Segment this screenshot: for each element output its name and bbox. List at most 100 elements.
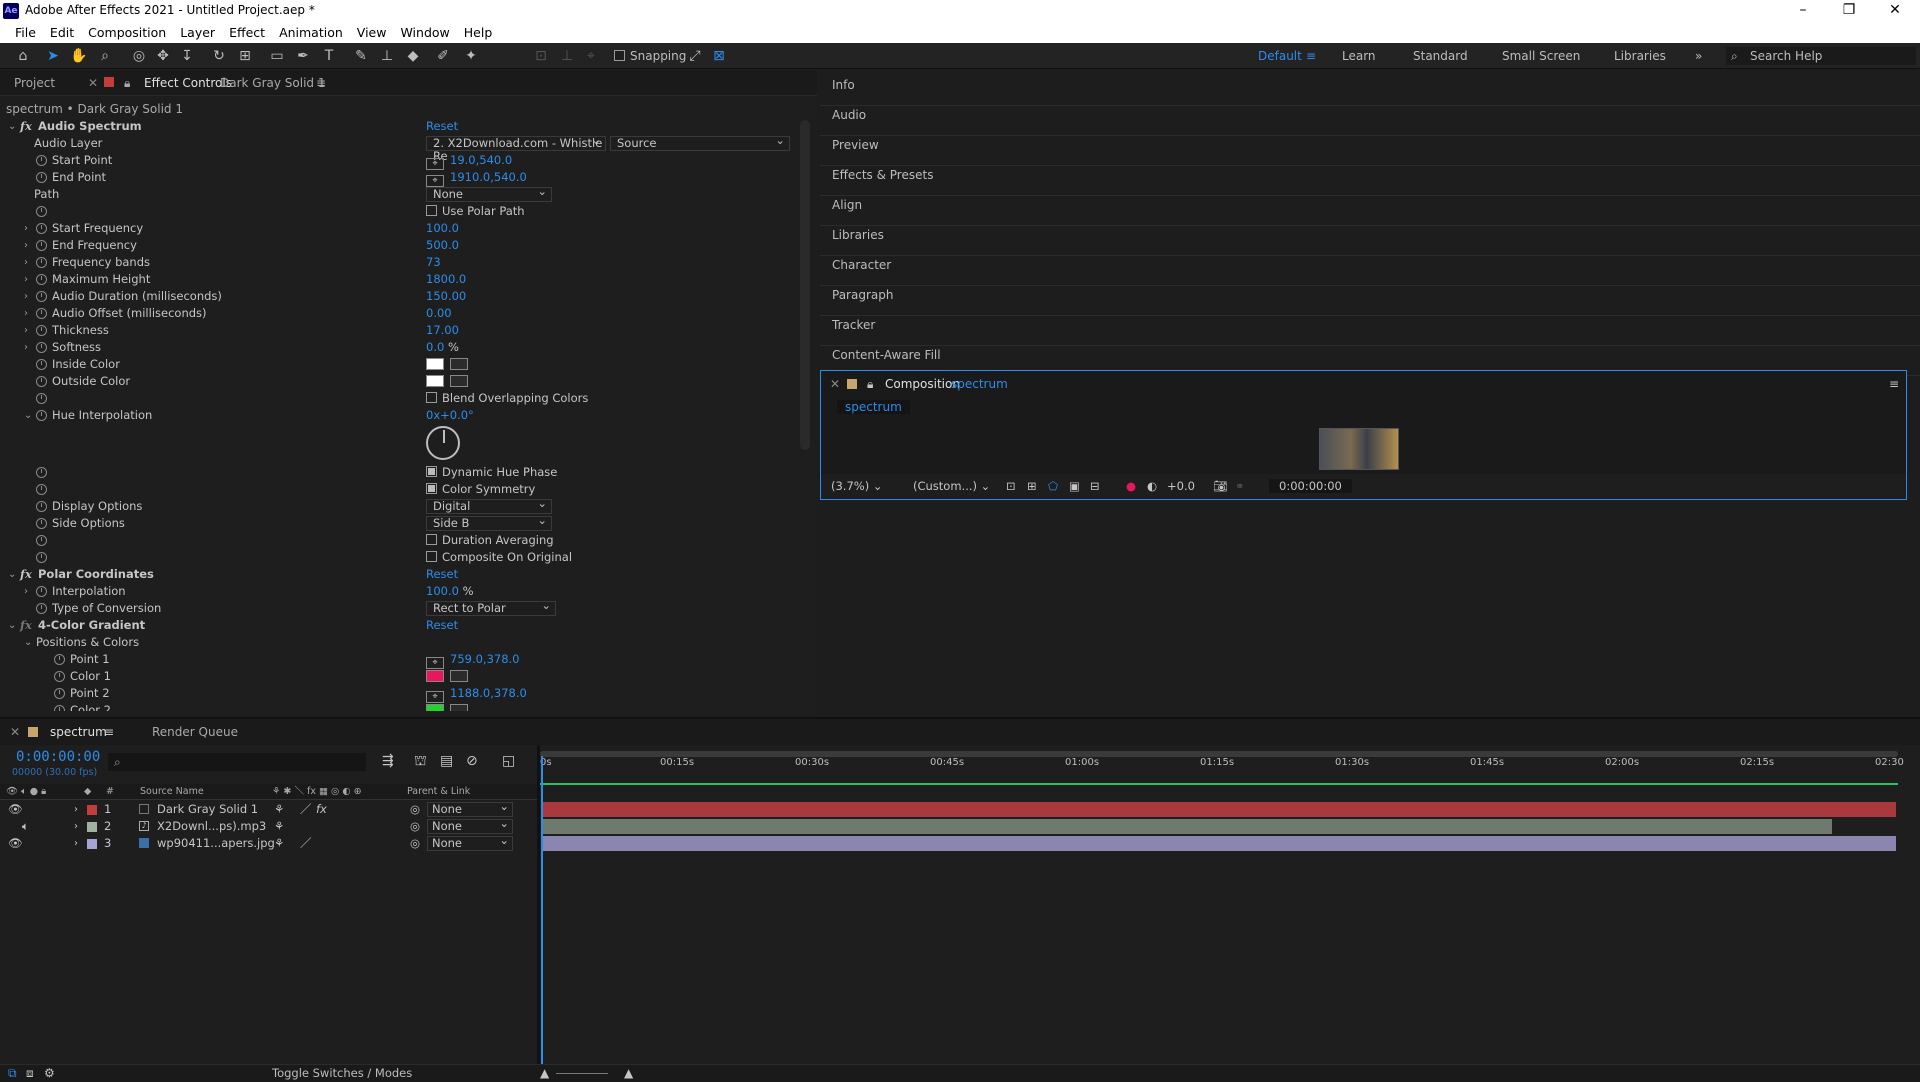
zoom-out-icon[interactable]: ▲: [540, 1066, 549, 1080]
close-button[interactable]: ✕: [1872, 0, 1918, 22]
conversion-dropdown[interactable]: Rect to Polar: [426, 599, 556, 616]
tab-project[interactable]: Project: [14, 76, 55, 90]
draft-3d-icon[interactable]: ⛫: [414, 753, 427, 771]
timeline-timecode[interactable]: 0:00:00:00: [16, 749, 100, 765]
layer-duration-bar[interactable]: [542, 819, 1832, 834]
expand-icon[interactable]: ›: [74, 801, 78, 818]
workspace-libraries[interactable]: Libraries: [1614, 49, 1666, 63]
panel-align[interactable]: Align: [820, 196, 1920, 226]
panel-character[interactable]: Character: [820, 256, 1920, 286]
collapse-icon[interactable]: ⌄: [8, 566, 16, 583]
stopwatch-icon[interactable]: [36, 359, 47, 370]
graph-editor-icon[interactable]: ◱: [502, 753, 515, 769]
use-polar-path-checkbox[interactable]: [426, 205, 437, 216]
home-icon[interactable]: ⌂: [12, 46, 34, 66]
expand-icon[interactable]: ›: [24, 322, 28, 339]
pan-tool-icon[interactable]: ✥: [152, 46, 174, 66]
snapping-checkbox[interactable]: [614, 50, 625, 61]
in-out-icon[interactable]: ⚙: [44, 1066, 55, 1080]
layer-duration-bar[interactable]: [542, 802, 1896, 817]
parent-dropdown[interactable]: None: [427, 817, 513, 834]
comp-mini-flowchart-icon[interactable]: ⇶: [382, 753, 394, 769]
layer-row[interactable]: 🔈︎ › 2 ♪ X2Downl...ps).mp3 ⚘ ◎ None: [0, 817, 537, 835]
stopwatch-icon[interactable]: [36, 603, 47, 614]
menu-file[interactable]: File: [8, 22, 43, 43]
snap-grid-icon[interactable]: ⊠: [708, 46, 730, 66]
layer-switches-icon[interactable]: ⧉: [8, 1066, 17, 1081]
snapshot-icon[interactable]: 📷︎: [1213, 479, 1228, 493]
stopwatch-icon[interactable]: [36, 535, 47, 546]
axis-icon[interactable]: ⊥: [556, 46, 578, 66]
color2-swatch[interactable]: [426, 704, 444, 711]
type-tool-icon[interactable]: T: [318, 46, 340, 66]
side-options-dropdown[interactable]: Side B: [426, 514, 552, 531]
effect-polar-coordinates[interactable]: ⌄ fx Polar Coordinates Reset: [0, 566, 800, 583]
grid-guides-icon[interactable]: ⊟: [1090, 479, 1100, 493]
stopwatch-icon[interactable]: [54, 705, 65, 711]
point2-value[interactable]: 1188.0,378.0: [450, 686, 527, 700]
duration-averaging-checkbox[interactable]: [426, 534, 437, 545]
shy-icon[interactable]: ⚘: [274, 801, 284, 818]
clone-stamp-tool-icon[interactable]: ⊥: [376, 46, 398, 66]
frame-blending-icon[interactable]: ⊘: [466, 753, 478, 769]
audio-source-dropdown[interactable]: Source: [610, 134, 790, 151]
panel-menu-icon[interactable]: ≡: [316, 76, 326, 90]
layer-name[interactable]: X2Downl...ps).mp3: [157, 818, 266, 835]
stopwatch-icon[interactable]: [36, 325, 47, 336]
expand-icon[interactable]: ›: [24, 339, 28, 356]
menu-effect[interactable]: Effect: [222, 22, 272, 43]
panel-libraries[interactable]: Libraries: [820, 226, 1920, 256]
workspace-overflow-icon[interactable]: »: [1695, 49, 1702, 63]
parent-dropdown[interactable]: None: [427, 800, 513, 817]
close-tab-icon[interactable]: ✕: [88, 76, 98, 90]
reset-link[interactable]: Reset: [426, 617, 458, 634]
tab-spectrum[interactable]: spectrum: [50, 725, 107, 739]
eyedropper-icon[interactable]: [450, 358, 468, 370]
softness-value[interactable]: 0.0: [426, 340, 444, 354]
interpolation-value[interactable]: 100.0: [426, 584, 459, 598]
expand-icon[interactable]: ›: [24, 305, 28, 322]
frequency-bands-value[interactable]: 73: [426, 254, 441, 271]
menu-window[interactable]: Window: [393, 22, 456, 43]
audio-duration-value[interactable]: 150.00: [426, 288, 466, 305]
stopwatch-icon[interactable]: [36, 172, 47, 183]
tab-layer-name[interactable]: Dark Gray Solid 1: [220, 76, 326, 90]
current-time-indicator[interactable]: [541, 756, 543, 1082]
pickwhip-icon[interactable]: ◎: [410, 801, 420, 818]
eye-icon[interactable]: 👁︎: [8, 835, 23, 852]
inside-color-swatch[interactable]: [426, 358, 444, 370]
stopwatch-icon[interactable]: [36, 410, 47, 421]
menu-view[interactable]: View: [350, 22, 394, 43]
stopwatch-icon[interactable]: [36, 274, 47, 285]
expand-icon[interactable]: ›: [24, 288, 28, 305]
point1-value[interactable]: 759.0,378.0: [450, 652, 520, 666]
stopwatch-icon[interactable]: [54, 671, 65, 682]
fx-icon[interactable]: fx: [20, 617, 32, 634]
exposure-value[interactable]: +0.0: [1167, 479, 1195, 493]
fx-icon[interactable]: fx: [20, 566, 32, 583]
quality-icon[interactable]: ／: [300, 801, 312, 818]
eye-icon[interactable]: 👁︎: [8, 801, 23, 818]
stopwatch-icon[interactable]: [36, 257, 47, 268]
effect-4-color-gradient[interactable]: ⌄ fx 4-Color Gradient Reset: [0, 617, 800, 634]
menu-composition[interactable]: Composition: [81, 22, 173, 43]
align-icon[interactable]: ⊡: [530, 46, 552, 66]
menu-edit[interactable]: Edit: [43, 22, 81, 43]
panel-menu-icon[interactable]: ≡: [104, 725, 114, 739]
fx-icon[interactable]: fx: [316, 801, 327, 818]
start-frequency-value[interactable]: 100.0: [426, 220, 459, 237]
layer-label-color[interactable]: [87, 805, 97, 815]
snapping-toggle[interactable]: Snapping: [614, 49, 686, 63]
transparency-grid-icon[interactable]: ⊞: [1027, 479, 1037, 493]
zoom-tool-icon[interactable]: ⌕: [94, 46, 116, 66]
workspace-standard[interactable]: Standard: [1413, 49, 1468, 63]
audio-offset-value[interactable]: 0.00: [426, 305, 452, 322]
expand-icon[interactable]: ›: [74, 835, 78, 852]
eyedropper-icon[interactable]: [450, 704, 468, 711]
stopwatch-icon[interactable]: [36, 467, 47, 478]
workspace-default[interactable]: Default: [1258, 49, 1302, 63]
end-frequency-value[interactable]: 500.0: [426, 237, 459, 254]
search-help-input[interactable]: ⌕ Search Help: [1726, 47, 1916, 65]
layer-duration-bar[interactable]: [542, 836, 1896, 851]
speaker-icon[interactable]: 🔈︎: [22, 818, 29, 835]
